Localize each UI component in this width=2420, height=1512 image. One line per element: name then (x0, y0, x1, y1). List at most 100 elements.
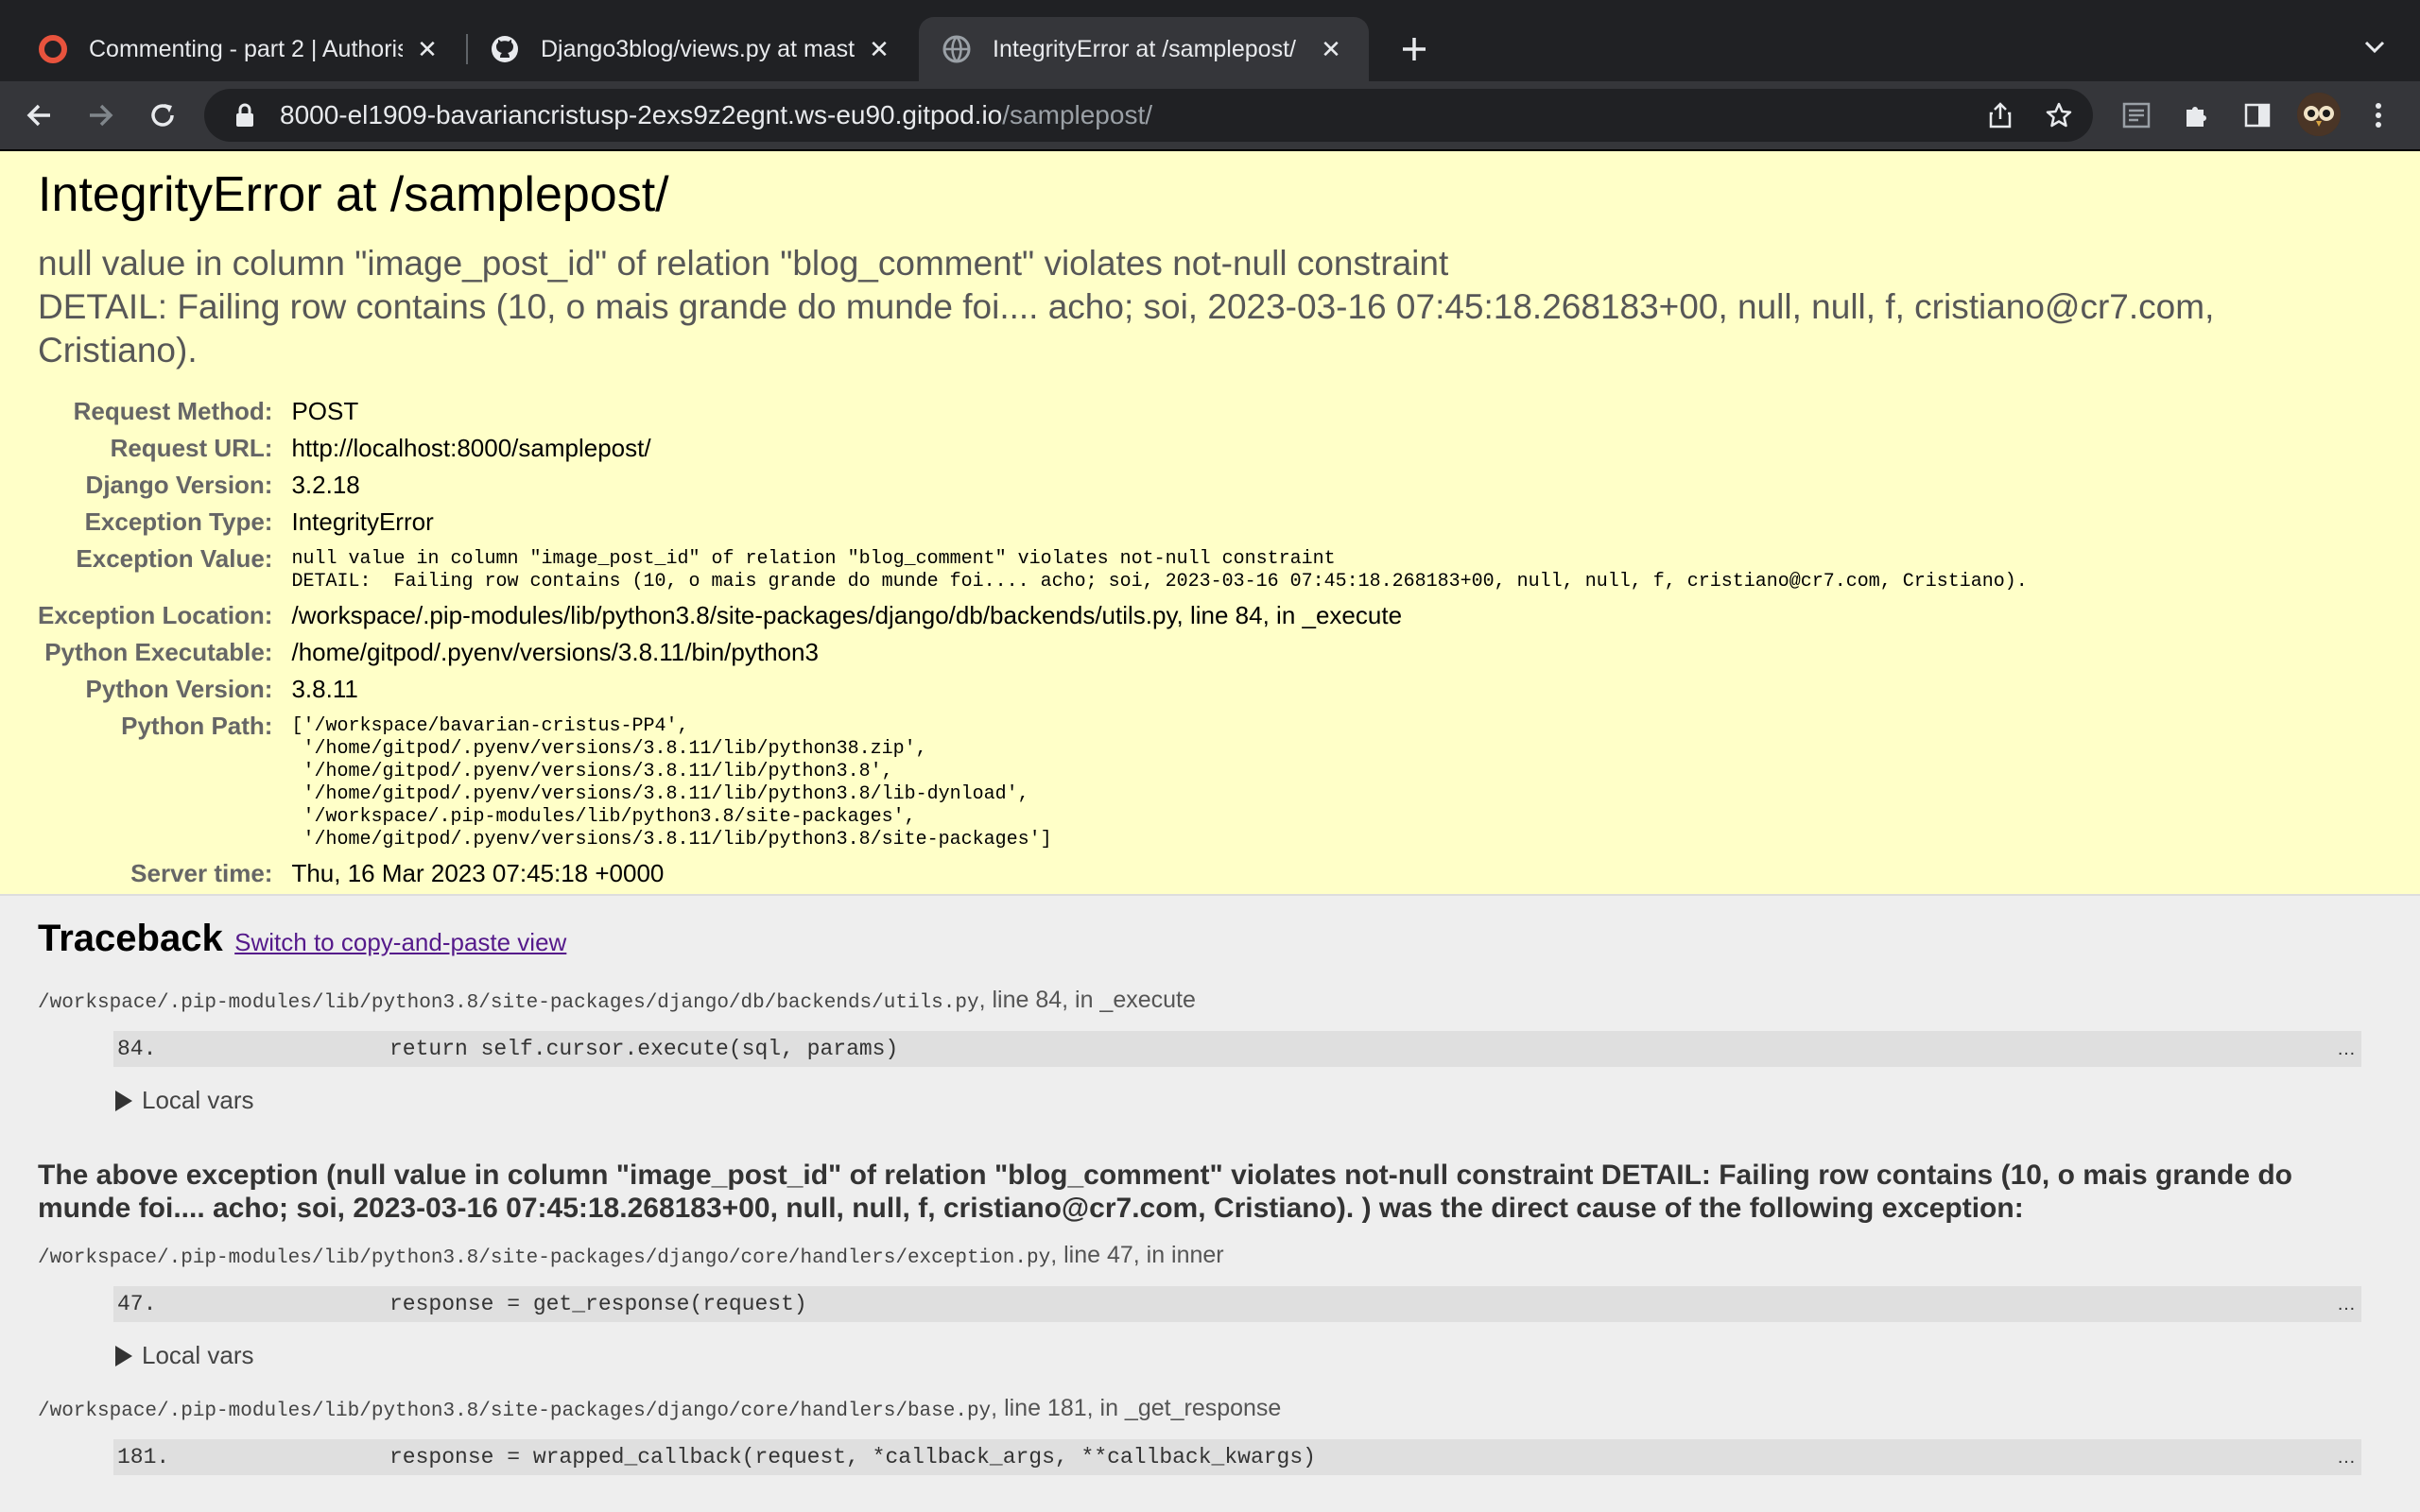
frame-line-info: , line 47, in inner (1050, 1242, 1224, 1268)
lock-icon[interactable] (231, 101, 259, 129)
triangle-right-icon (115, 1090, 132, 1111)
meta-row: Server time: Thu, 16 Mar 2023 07:45:18 +… (38, 855, 2028, 892)
expand-context-ellipsis[interactable]: … (2337, 1447, 2356, 1469)
reload-button[interactable] (142, 94, 183, 136)
code-context-line[interactable]: 84. return self.cursor.execute(sql, para… (113, 1031, 2361, 1067)
frame-filename: /workspace/.pip-modules/lib/python3.8/si… (38, 992, 979, 1014)
server-time-value: Thu, 16 Mar 2023 07:45:18 +0000 (291, 859, 665, 887)
line-number: 181. (117, 1445, 170, 1469)
arrow-left-icon (26, 104, 50, 127)
django-version-value: 3.2.18 (291, 471, 360, 499)
tab-search-button[interactable] (2356, 28, 2394, 66)
meta-row: Django Version: 3.2.18 (38, 467, 2028, 504)
frame-line-info: , line 84, in _execute (978, 987, 1196, 1013)
error-summary: IntegrityError at /samplepost/ null valu… (0, 151, 2420, 896)
tab-title: IntegrityError at /samplepost/ (993, 35, 1296, 62)
exception-message: null value in column "image_post_id" of … (38, 242, 2382, 372)
line-number: 47. (117, 1292, 157, 1316)
local-vars-toggle[interactable]: Local vars (115, 1341, 2382, 1370)
new-tab-button[interactable] (1395, 26, 1433, 72)
reload-icon (151, 104, 174, 127)
meta-row: Request URL: http://localhost:8000/sampl… (38, 430, 2028, 467)
frame-location: /workspace/.pip-modules/lib/python3.8/si… (38, 1395, 2382, 1422)
url-host: 8000-el1909-bavariancristusp-2exs9z2egnt… (280, 100, 1003, 129)
traceback-heading: Traceback (38, 918, 223, 959)
meta-label: Exception Value: (76, 544, 273, 573)
meta-row: Exception Location: /workspace/.pip-modu… (38, 597, 2028, 634)
chevron-down-icon (2364, 41, 2385, 54)
expand-context-ellipsis[interactable]: … (2337, 1294, 2356, 1315)
tab-authorisation[interactable]: Commenting - part 2 | Authoris ✕ (15, 17, 465, 81)
forward-button[interactable] (79, 94, 121, 136)
frame-filename: /workspace/.pip-modules/lib/python3.8/si… (38, 1247, 1051, 1269)
code-text: response = get_response(request) (389, 1292, 807, 1316)
meta-row: Python Path: ['/workspace/bavarian-crist… (38, 708, 2028, 855)
star-icon[interactable] (2040, 96, 2078, 134)
meta-label: Django Version: (85, 471, 273, 499)
arrow-right-icon (90, 104, 113, 127)
browser-toolbar: 8000-el1909-bavariancristusp-2exs9z2egnt… (0, 81, 2420, 151)
exception-location-value: /workspace/.pip-modules/lib/python3.8/si… (291, 601, 1403, 629)
meta-label: Python Executable: (44, 638, 273, 666)
globe-icon (942, 35, 971, 63)
python-version-value: 3.8.11 (291, 675, 358, 703)
more-vertical-icon (2376, 103, 2381, 128)
request-url-value: http://localhost:8000/samplepost/ (291, 434, 651, 462)
exception-message-line: null value in column "image_post_id" of … (38, 244, 1449, 283)
code-text: return self.cursor.execute(sql, params) (389, 1037, 899, 1061)
reader-mode-button[interactable] (2116, 94, 2157, 136)
code-context-line[interactable]: 181. response = wrapped_callback(request… (113, 1439, 2361, 1475)
profile-avatar[interactable] (2297, 93, 2341, 136)
url-path: /samplepost/ (1002, 100, 1153, 129)
reader-mode-icon (2122, 102, 2151, 129)
code-context-line[interactable]: 47. response = get_response(request) … (113, 1286, 2361, 1322)
request-method-value: POST (291, 397, 359, 425)
meta-label: Server time: (130, 859, 273, 887)
meta-row: Exception Type: IntegrityError (38, 504, 2028, 541)
tab-github-views[interactable]: Django3blog/views.py at maste ✕ (467, 17, 917, 81)
request-meta-table: Request Method: POST Request URL: http:/… (38, 393, 2028, 892)
address-bar[interactable]: 8000-el1909-bavariancristusp-2exs9z2egnt… (204, 89, 2093, 142)
meta-label: Python Path: (121, 712, 273, 740)
owl-avatar-icon (2297, 93, 2341, 136)
expand-context-ellipsis[interactable]: … (2337, 1039, 2356, 1060)
url-text[interactable]: 8000-el1909-bavariancristusp-2exs9z2egnt… (280, 100, 1152, 130)
puzzle-icon (2187, 107, 2206, 127)
meta-label: Request URL: (110, 434, 273, 462)
meta-row: Exception Value: null value in column "i… (38, 541, 2028, 597)
python-path-value: ['/workspace/bavarian-cristus-PP4', '/ho… (291, 715, 1052, 850)
side-panel-button[interactable] (2237, 94, 2278, 136)
tab-title: Django3blog/views.py at maste (541, 35, 855, 62)
github-icon (492, 36, 518, 62)
tab-strip: Commenting - part 2 | Authoris ✕ Django3… (0, 0, 2420, 81)
code-text: response = wrapped_callback(request, *ca… (389, 1445, 1316, 1469)
line-number: 84. (117, 1037, 157, 1061)
close-icon[interactable]: ✕ (1316, 34, 1346, 64)
page-title: IntegrityError at /samplepost/ (38, 167, 669, 222)
local-vars-toggle[interactable]: Local vars (115, 1086, 2382, 1115)
frame-location: /workspace/.pip-modules/lib/python3.8/si… (38, 987, 2382, 1014)
meta-row: Python Version: 3.8.11 (38, 671, 2028, 708)
exception-cause-text: The above exception (null value in colum… (38, 1160, 2292, 1224)
exception-type-value: IntegrityError (291, 507, 434, 536)
tab-integrity-error[interactable]: IntegrityError at /samplepost/ ✕ (919, 17, 1369, 81)
side-panel-icon (2244, 103, 2271, 128)
python-executable-value: /home/gitpod/.pyenv/versions/3.8.11/bin/… (291, 638, 819, 666)
close-icon[interactable]: ✕ (412, 34, 442, 64)
meta-label: Python Version: (85, 675, 273, 703)
back-button[interactable] (19, 94, 60, 136)
frame-line-info: , line 181, in _get_response (991, 1395, 1282, 1421)
tab-title: Commenting - part 2 | Authoris (89, 35, 403, 62)
menu-button[interactable] (2358, 94, 2399, 136)
plus-icon (1403, 38, 1426, 60)
extensions-button[interactable] (2176, 94, 2218, 136)
frame-location: /workspace/.pip-modules/lib/python3.8/si… (38, 1242, 2382, 1269)
share-icon[interactable] (1981, 96, 2019, 134)
switch-copy-paste-link[interactable]: Switch to copy-and-paste view (234, 928, 566, 956)
exception-detail-line: DETAIL: Failing row contains (10, o mais… (38, 287, 2215, 369)
triangle-right-icon (115, 1345, 132, 1366)
traceback-section: Traceback Switch to copy-and-paste view … (0, 896, 2420, 1475)
exception-value: null value in column "image_post_id" of … (291, 548, 2028, 593)
meta-row: Request Method: POST (38, 393, 2028, 430)
close-icon[interactable]: ✕ (864, 34, 894, 64)
